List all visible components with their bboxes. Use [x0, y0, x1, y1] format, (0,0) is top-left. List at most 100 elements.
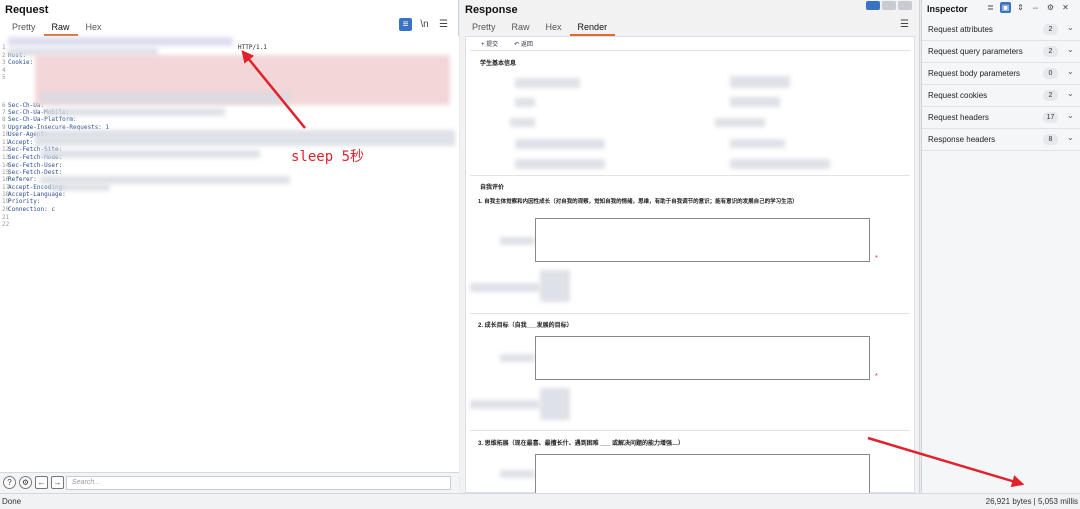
inspector-row-label: Response headers: [928, 135, 996, 144]
status-bar: Done 26,921 bytes | 5,053 millis: [0, 493, 1080, 509]
redacted-cell: [540, 388, 570, 420]
line-text: Sec-Fetch-Dest:: [8, 169, 63, 176]
editor-line: 20Connection: c: [2, 206, 55, 213]
submit-link[interactable]: + 提交: [481, 39, 498, 48]
redacted-cell: [540, 270, 570, 302]
answer-textarea-3[interactable]: [535, 454, 870, 494]
redacted-cell: [515, 159, 605, 169]
chevron-down-icon[interactable]: ⌄: [1067, 133, 1074, 142]
redacted-user-agent: [35, 130, 455, 146]
line-text: Accept:: [8, 139, 34, 146]
question-1: 1. 自我主体觉察和内因性成长（对自我的观察，觉知自我的情绪，思维，有助于自我调…: [478, 199, 798, 205]
required-star: *: [875, 373, 878, 380]
line-text: Sec-Ch-Ua-Platform:: [8, 116, 77, 123]
redacted-header-a: [45, 108, 225, 116]
inspector-row[interactable]: Response headers 8 ⌄: [922, 129, 1080, 151]
inspector-tools: ≣ ▣ ⇕ ⇔ ⚙ ✕: [985, 2, 1071, 13]
required-star: *: [875, 255, 878, 262]
tab-render[interactable]: Render: [569, 20, 616, 36]
request-footer: ? ⚙ ← → Search...: [0, 472, 459, 493]
inspector-row[interactable]: Request body parameters 0 ⌄: [922, 63, 1080, 85]
help-icon[interactable]: ?: [3, 476, 16, 489]
editor-line: 18Accept-Language:: [2, 191, 66, 198]
tab-hex[interactable]: Hex: [78, 20, 110, 36]
editor-line: 22: [2, 221, 9, 228]
line-text: Connection: c: [8, 206, 55, 213]
question-2: 2. 成长目标（自我___发展的目标）: [478, 323, 573, 329]
redacted-cell: [500, 354, 535, 362]
http-version: HTTP/1.1: [238, 44, 267, 51]
request-title: Request: [5, 4, 49, 16]
single-pane-icon[interactable]: [898, 1, 912, 10]
line-text: Accept-Language:: [8, 191, 66, 198]
tab-pretty[interactable]: Pretty: [4, 20, 44, 36]
collapse-icon[interactable]: ⇔: [1030, 2, 1041, 13]
inspector-row[interactable]: Request headers 17 ⌄: [922, 107, 1080, 129]
count-badge: 17: [1043, 112, 1058, 123]
inspector-row[interactable]: Request attributes 2 ⌄: [922, 19, 1080, 41]
count-badge: 0: [1043, 68, 1058, 79]
inspector-title: Inspector: [927, 4, 968, 14]
answer-textarea-1[interactable]: [535, 218, 870, 262]
line-number: 21: [2, 214, 10, 221]
inspector-row-label: Request attributes: [928, 25, 993, 34]
inspector-row-label: Request body parameters: [928, 69, 1021, 78]
search-input[interactable]: Search...: [66, 476, 451, 490]
settings-icon[interactable]: ⚙: [1045, 2, 1056, 13]
chevron-down-icon[interactable]: ⌄: [1067, 67, 1074, 76]
answer-textarea-2[interactable]: [535, 336, 870, 380]
redacted-cell: [730, 97, 780, 107]
response-tabs: Pretty Raw Hex Render: [464, 20, 616, 36]
back-link[interactable]: ↶ 返回: [514, 39, 533, 48]
inspector-row-label: Request headers: [928, 113, 989, 122]
count-badge: 8: [1043, 134, 1058, 145]
expand-icon[interactable]: ⇕: [1015, 2, 1026, 13]
line-number: 4: [2, 67, 6, 74]
redacted-cookie-2: [40, 92, 290, 104]
split-vertical-icon[interactable]: [882, 1, 896, 10]
layout-toggle[interactable]: [866, 1, 912, 10]
editor-line: 8 Sec-Ch-Ua-Platform:: [2, 116, 77, 123]
line-text: Referer:: [8, 176, 37, 183]
redacted-cell: [715, 118, 765, 127]
response-stats: 26,921 bytes | 5,053 millis: [985, 497, 1078, 506]
redacted-cell: [515, 98, 535, 107]
settings-icon[interactable]: ⚙: [19, 476, 32, 489]
tab-hex[interactable]: Hex: [538, 20, 570, 36]
redacted-cell: [515, 139, 605, 149]
chevron-down-icon[interactable]: ⌄: [1067, 45, 1074, 54]
editor-line: 4: [2, 67, 8, 74]
redacted-referer: [40, 176, 290, 184]
close-icon[interactable]: ✕: [1060, 2, 1071, 13]
response-tools: ☰: [898, 18, 911, 31]
menu-icon[interactable]: ☰: [437, 18, 450, 31]
chevron-down-icon[interactable]: ⌄: [1067, 111, 1074, 120]
panel-view-icon[interactable]: ▣: [1000, 2, 1011, 13]
divider: [470, 430, 910, 431]
list-view-icon[interactable]: ≣: [985, 2, 996, 13]
line-text: Priority:: [8, 198, 41, 205]
tab-pretty[interactable]: Pretty: [464, 20, 504, 36]
inspector-row[interactable]: Request cookies 2 ⌄: [922, 85, 1080, 107]
redacted-cell: [730, 139, 785, 148]
chevron-down-icon[interactable]: ⌄: [1067, 23, 1074, 32]
wrap-lines-icon[interactable]: ≡: [399, 18, 412, 31]
render-toolbar: + 提交 ↶ 返回: [481, 39, 533, 48]
tab-raw[interactable]: Raw: [43, 20, 78, 36]
editor-line: 11Accept:: [2, 139, 33, 146]
inspector-row[interactable]: Request query parameters 2 ⌄: [922, 41, 1080, 63]
divider: [470, 313, 910, 314]
back-arrow-icon[interactable]: ←: [35, 476, 48, 489]
redacted-cell: [730, 159, 830, 169]
chevron-down-icon[interactable]: ⌄: [1067, 89, 1074, 98]
inspector-row-label: Request cookies: [928, 91, 988, 100]
question-3: 3. 思维拓展（现在最喜、最擅长什、遇到困难 ___ 或解决问题的能力增强…）: [478, 441, 685, 447]
redacted-cell: [510, 118, 535, 127]
line-number: 5: [2, 74, 6, 81]
split-horizontal-icon[interactable]: [866, 1, 880, 10]
newline-toggle-icon[interactable]: \n: [418, 18, 431, 31]
menu-icon[interactable]: ☰: [898, 18, 911, 31]
tab-raw[interactable]: Raw: [504, 20, 538, 36]
request-tools: ≡ \n ☰: [399, 18, 450, 31]
forward-arrow-icon[interactable]: →: [51, 476, 64, 489]
